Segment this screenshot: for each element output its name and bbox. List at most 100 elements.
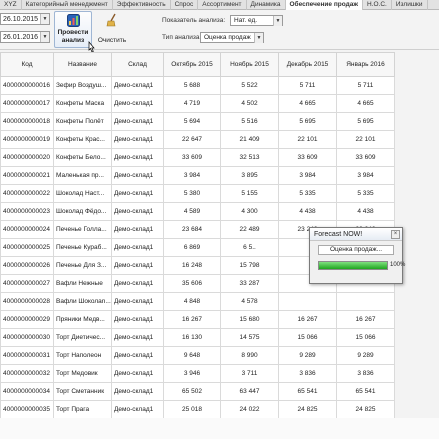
run-analysis-icon bbox=[67, 14, 80, 27]
table-cell: Торт Диетичес... bbox=[53, 328, 112, 347]
tab-5[interactable]: Динамика bbox=[247, 0, 286, 10]
column-header[interactable]: Ноябрь 2015 bbox=[220, 52, 279, 77]
table-cell: 22 101 bbox=[336, 130, 395, 149]
table-cell: 5 155 bbox=[220, 184, 279, 203]
date-from-value: 26.10.2015 bbox=[3, 15, 39, 23]
tab-8[interactable]: Излишки bbox=[392, 0, 428, 10]
table-cell: 4000000000030 bbox=[0, 328, 54, 347]
chevron-down-icon[interactable]: ▼ bbox=[40, 14, 49, 24]
table-cell: Демо-склад1 bbox=[111, 184, 164, 203]
chevron-down-icon[interactable]: ▼ bbox=[40, 32, 49, 42]
table-cell: 33 609 bbox=[336, 148, 395, 167]
table-row[interactable]: 4000000000018 Конфеты Полёт Демо-склад1 5 6… bbox=[0, 112, 395, 131]
table-cell: 24 825 bbox=[278, 400, 337, 419]
table-cell: Демо-склад1 bbox=[111, 76, 164, 95]
table-row[interactable]: 4000000000021 Маленькая пр... Демо-склад1 3… bbox=[0, 166, 395, 185]
table-row[interactable]: 4000000000032 Торт Медовик Демо-склад1 3 94… bbox=[0, 364, 395, 383]
table-row[interactable]: 4000000000031 Торт Наполеон Демо-склад1 9 6… bbox=[0, 346, 395, 365]
table-row[interactable]: 4000000000019 Конфеты Крас... Демо-склад1 2… bbox=[0, 130, 395, 149]
table-cell: 65 541 bbox=[278, 382, 337, 401]
table-cell: Демо-склад1 bbox=[111, 274, 164, 293]
table-cell: 15 798 bbox=[220, 256, 279, 275]
table-cell: Торт Наполеон bbox=[53, 346, 112, 365]
tab-7[interactable]: Н.О.С. bbox=[363, 0, 392, 10]
table-cell bbox=[278, 292, 337, 311]
table-cell: Конфеты Полёт bbox=[53, 112, 112, 131]
table-cell: 33 609 bbox=[163, 148, 221, 167]
table-cell: 4000000000018 bbox=[0, 112, 54, 131]
table-row[interactable]: 4000000000022 Шоколад Наст... Демо-склад1 5… bbox=[0, 184, 395, 203]
progress-bar-fill bbox=[319, 262, 387, 269]
table-row[interactable]: 4000000000035 Торт Прага Демо-склад1 25 018… bbox=[0, 400, 395, 419]
table-cell: 4000000000025 bbox=[0, 238, 54, 257]
table-cell: 4000000000026 bbox=[0, 256, 54, 275]
table-cell: Демо-склад1 bbox=[111, 112, 164, 131]
column-header[interactable]: Декабрь 2015 bbox=[278, 52, 337, 77]
table-row[interactable]: 4000000000020 Конфеты Бело... Демо-склад1 3… bbox=[0, 148, 395, 167]
table-cell: 23 684 bbox=[163, 220, 221, 239]
table-cell: Демо-склад1 bbox=[111, 238, 164, 257]
table-cell: Печенье Для З... bbox=[53, 256, 112, 275]
table-cell: 4000000000034 bbox=[0, 382, 54, 401]
date-to-field[interactable]: 26.01.2016 ▼ bbox=[0, 31, 50, 43]
tab-6[interactable]: Обеспечение продаж bbox=[285, 0, 363, 10]
analysis-type-select[interactable]: Оценка продаж ▼ bbox=[200, 32, 264, 43]
chevron-down-icon[interactable]: ▼ bbox=[273, 15, 282, 26]
table-cell: 8 990 bbox=[220, 346, 279, 365]
table-cell: 3 895 bbox=[220, 166, 279, 185]
table-cell: Демо-склад1 bbox=[111, 94, 164, 113]
table-cell: Шоколад Фёдо... bbox=[53, 202, 112, 221]
column-header[interactable]: Код bbox=[0, 52, 54, 77]
table-cell: Демо-склад1 bbox=[111, 292, 164, 311]
column-header[interactable]: Склад bbox=[111, 52, 164, 77]
table-row[interactable]: 4000000000029 Пряники Медв... Демо-склад1 1… bbox=[0, 310, 395, 329]
tab-0[interactable]: XYZ bbox=[0, 0, 22, 10]
table-cell: 4000000000016 bbox=[0, 76, 54, 95]
table-cell: 4 719 bbox=[163, 94, 221, 113]
table-cell: 5 522 bbox=[220, 76, 279, 95]
tab-1[interactable]: Категорийный менеджмент bbox=[22, 0, 113, 10]
table-cell: 3 984 bbox=[278, 166, 337, 185]
tab-2[interactable]: Эффективность bbox=[113, 0, 171, 10]
table-row[interactable]: 4000000000034 Торт Сметанник Демо-склад1 65… bbox=[0, 382, 395, 401]
table-cell: Пряники Медв... bbox=[53, 310, 112, 329]
column-header[interactable]: Октябрь 2015 bbox=[163, 52, 221, 77]
table-cell: 4 438 bbox=[278, 202, 337, 221]
table-cell: 4 665 bbox=[278, 94, 337, 113]
table-row[interactable]: 4000000000028 Вафли Шоколаn... Демо-склад1… bbox=[0, 292, 395, 311]
table-cell: 15 066 bbox=[336, 328, 395, 347]
table-cell: 5 695 bbox=[336, 112, 395, 131]
clear-label: Очистить bbox=[97, 37, 127, 44]
table-cell: 16 267 bbox=[336, 310, 395, 329]
chevron-down-icon[interactable]: ▼ bbox=[254, 32, 263, 43]
table-cell: Демо-склад1 bbox=[111, 382, 164, 401]
table-row[interactable]: 4000000000017 Конфеты Маска Демо-склад1 4 7… bbox=[0, 94, 395, 113]
table-cell: Демо-склад1 bbox=[111, 220, 164, 239]
table-row[interactable]: 4000000000023 Шоколад Фёдо... Демо-склад1 4… bbox=[0, 202, 395, 221]
table-cell: 6 869 bbox=[163, 238, 221, 257]
table-cell: 3 984 bbox=[336, 166, 395, 185]
toolbar: 26.10.2015 ▼ 26.01.2016 ▼ Провести анали… bbox=[0, 10, 439, 53]
table-cell: 4000000000020 bbox=[0, 148, 54, 167]
table-cell: 3 946 bbox=[163, 364, 221, 383]
indicator-select[interactable]: Нат. ед. ▼ bbox=[230, 15, 283, 26]
table-cell: Демо-склад1 bbox=[111, 148, 164, 167]
column-header[interactable]: Название bbox=[53, 52, 112, 77]
table-cell: 9 289 bbox=[336, 346, 395, 365]
table-cell: Шоколад Наст... bbox=[53, 184, 112, 203]
table-cell: 22 101 bbox=[278, 130, 337, 149]
table-cell: 65 502 bbox=[163, 382, 221, 401]
clear-button[interactable]: Очистить bbox=[96, 11, 128, 48]
close-icon[interactable]: × bbox=[391, 230, 400, 239]
tab-3[interactable]: Спрос bbox=[171, 0, 199, 10]
table-cell: 4 665 bbox=[336, 94, 395, 113]
date-from-field[interactable]: 26.10.2015 ▼ bbox=[0, 13, 50, 25]
table-row[interactable]: 4000000000030 Торт Диетичес... Демо-склад1… bbox=[0, 328, 395, 347]
tab-4[interactable]: Ассортимент bbox=[198, 0, 247, 10]
table-cell: Демо-склад1 bbox=[111, 310, 164, 329]
table-cell: 14 575 bbox=[220, 328, 279, 347]
column-header[interactable]: Январь 2016 bbox=[336, 52, 395, 77]
broom-icon bbox=[106, 13, 116, 27]
table-cell: 24 825 bbox=[336, 400, 395, 419]
table-row[interactable]: 4000000000016 Зефир Воздуш... Демо-склад1 5… bbox=[0, 76, 395, 95]
